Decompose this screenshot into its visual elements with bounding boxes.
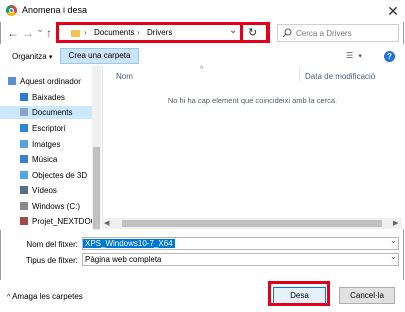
filename-dropdown-icon[interactable]: ⌄ [390,236,397,245]
help-button[interactable]: ? [384,51,395,62]
organize-button[interactable]: Organitza ▾ [12,52,52,61]
filetype-select[interactable]: Pàgina web completa [82,253,399,266]
hide-folders-label: Amaga les carpetes [12,292,83,301]
pictures-icon [20,140,28,148]
sidebar-scrollbar-thumb[interactable] [93,147,100,229]
new-folder-button[interactable]: Crea una carpeta [60,48,139,64]
empty-message: No hi ha cap element que coincideixi amb… [167,96,338,105]
address-highlight [56,22,269,43]
sidebar-item-documents[interactable]: Documents [0,106,92,119]
desktop-icon [20,124,28,132]
filename-value: XPS_Windows10-7_X64 [83,239,175,248]
file-list[interactable] [102,66,404,229]
documents-icon [20,108,28,116]
view-caret-icon: ▾ [358,53,362,60]
view-options-button[interactable]: ☰ ▾ [346,51,362,60]
refresh-highlight [240,22,270,43]
sidebar-item-this-pc[interactable]: Aquest ordinador [0,75,100,88]
view-icon: ☰ [346,51,354,60]
filetype-label: Tipus de fitxer: [25,256,78,265]
file-list-scrollbar-thumb[interactable] [122,220,382,227]
hide-folders-button[interactable]: ^ Amaga les carpetes [7,292,83,301]
filename-label: Nom del fitxer: [26,240,78,249]
computer-icon [8,77,16,85]
scroll-left-icon[interactable]: ◀ [104,219,109,227]
column-header-date-modified[interactable]: Data de modificació [305,72,375,81]
sort-indicator-icon: ^ [200,66,204,73]
column-divider[interactable] [299,68,300,82]
save-highlight [268,281,330,306]
filetype-value: Pàgina web completa [85,255,162,264]
organize-label: Organitza [12,52,47,61]
network-drive-icon [20,217,28,225]
window-title: Anomena i desa [22,5,88,15]
videos-icon [20,186,28,194]
search-placeholder: Cerca a Drivers [296,29,352,38]
3d-objects-icon [20,171,28,179]
back-button[interactable]: ← [7,26,19,40]
hide-folders-caret-icon: ^ [7,294,11,301]
column-header-name[interactable]: Nom [116,72,133,81]
drive-icon [20,202,28,210]
filetype-dropdown-icon[interactable]: ⌄ [390,252,397,261]
downloads-icon [20,93,28,101]
recent-locations-button[interactable]: ⌄ [36,23,44,37]
music-icon [20,155,28,163]
up-button[interactable]: ↑ [46,26,52,40]
organize-caret-icon: ▾ [48,54,53,61]
scroll-right-icon[interactable]: ▶ [393,219,398,227]
forward-button[interactable]: → [22,26,34,40]
search-icon [282,28,292,38]
close-button[interactable]: ✕ [384,2,402,20]
cancel-button[interactable]: Cancel·la [339,287,395,304]
chrome-icon [6,5,17,16]
filename-field[interactable]: XPS_Windows10-7_X64 [82,237,399,250]
